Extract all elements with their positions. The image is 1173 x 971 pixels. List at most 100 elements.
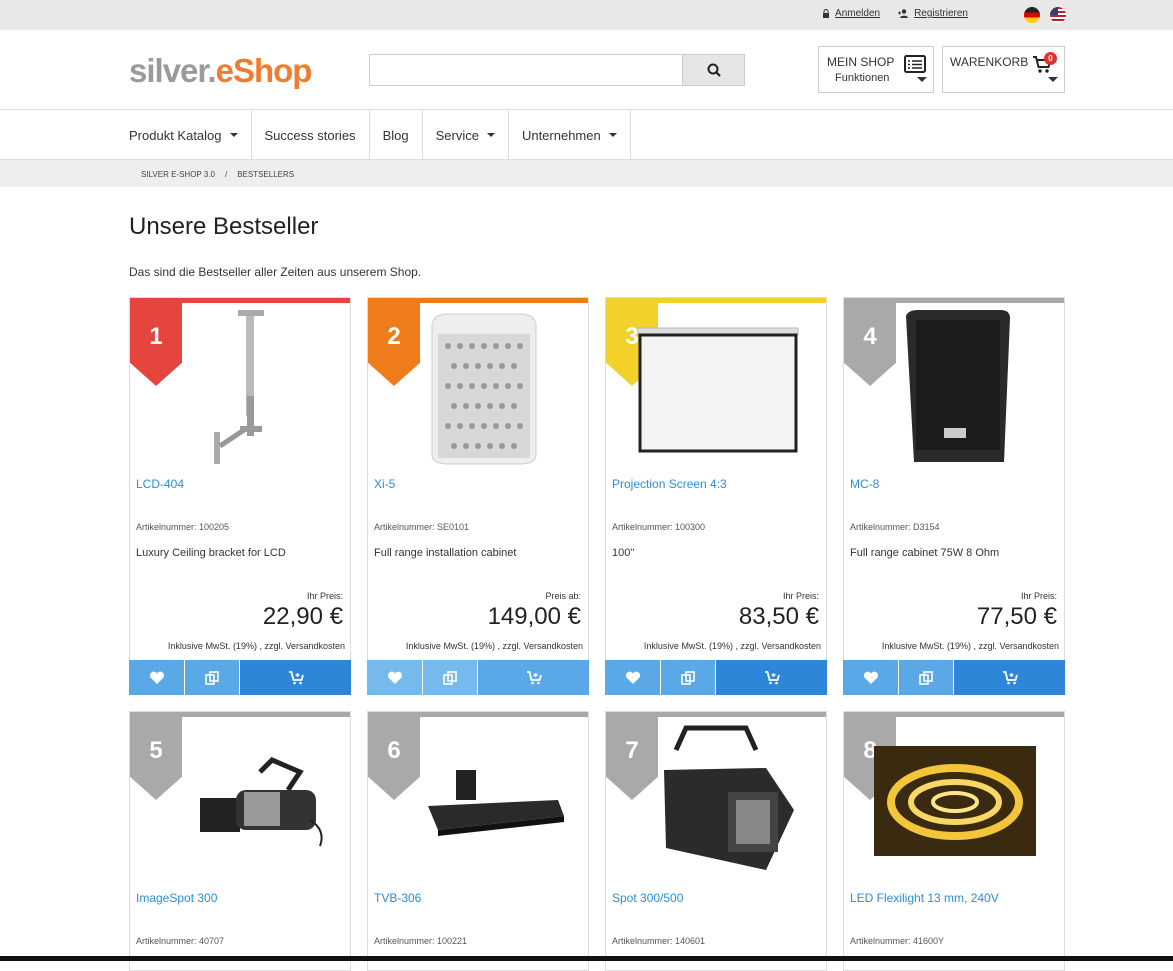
- nav-item-service[interactable]: Service: [423, 110, 509, 160]
- add-to-cart-button[interactable]: [716, 660, 827, 695]
- card-actions: [843, 660, 1065, 695]
- login-link[interactable]: Anmelden: [822, 8, 880, 19]
- caret-down-icon: [608, 133, 617, 137]
- product-image[interactable]: [636, 306, 806, 466]
- german-flag-icon[interactable]: [1024, 7, 1040, 23]
- compare-button[interactable]: [423, 660, 478, 695]
- logo[interactable]: silver.eShop: [129, 52, 312, 90]
- header: silver.eShop MEIN SHOP Funktionen WARENK…: [0, 30, 1173, 110]
- nav-label: Service: [435, 127, 479, 143]
- card-topline: [844, 712, 1064, 717]
- product-card[interactable]: 5 ImageSpot 300 Artikelnummer: 40707: [129, 711, 351, 971]
- price: 149,00 €: [487, 603, 581, 630]
- add-to-cart-icon: [764, 670, 780, 684]
- search-input[interactable]: [369, 54, 682, 86]
- nav-item-blog[interactable]: Blog: [370, 110, 423, 160]
- my-shop-label: MEIN SHOP: [827, 55, 895, 69]
- compare-button[interactable]: [185, 660, 240, 695]
- compare-button[interactable]: [661, 660, 716, 695]
- product-image[interactable]: [398, 720, 568, 880]
- product-name[interactable]: Xi-5: [374, 477, 395, 491]
- product-name[interactable]: TVB-306: [374, 891, 421, 905]
- nav-list: Produkt Katalog Success stories Blog Ser…: [116, 110, 631, 160]
- wishlist-button[interactable]: [129, 660, 185, 695]
- compare-icon: [919, 670, 933, 685]
- lock-icon: [823, 9, 830, 18]
- part-number: Artikelnummer: 140601: [612, 936, 706, 946]
- card-topline: [368, 298, 588, 303]
- caret-down-icon: [486, 133, 495, 137]
- product-image[interactable]: [874, 720, 1044, 880]
- product-name[interactable]: Spot 300/500: [612, 891, 683, 905]
- price-label: Ihr Preis:: [782, 591, 819, 601]
- caret-down-icon: [229, 133, 238, 137]
- window-bottom-edge: [0, 956, 1173, 961]
- part-number: Artikelnummer: 100300: [612, 522, 706, 532]
- wishlist-button[interactable]: [843, 660, 899, 695]
- nav-item-produkt-katalog[interactable]: Produkt Katalog: [116, 110, 252, 160]
- card-topline: [130, 712, 350, 717]
- cart-label: WARENKORB: [950, 55, 1029, 69]
- product-card[interactable]: 4 MC-8 Artikelnummer: D3154 Full range c…: [843, 297, 1065, 695]
- add-to-cart-icon: [526, 670, 542, 684]
- main-nav: Produkt Katalog Success stories Blog Ser…: [0, 110, 1173, 160]
- account-links: Anmelden Registrieren: [822, 8, 968, 19]
- nav-item-unternehmen[interactable]: Unternehmen: [509, 110, 631, 160]
- heart-icon: [387, 671, 402, 684]
- language-switcher: [1024, 7, 1066, 23]
- product-image[interactable]: [160, 306, 330, 466]
- breadcrumb-current[interactable]: BESTSELLERS: [237, 170, 294, 179]
- nav-item-success-stories[interactable]: Success stories: [252, 110, 370, 160]
- product-description: Luxury Ceiling bracket for LCD: [136, 547, 286, 559]
- price: 77,50 €: [976, 603, 1057, 630]
- nav-label: Blog: [382, 127, 409, 143]
- wishlist-button[interactable]: [367, 660, 423, 695]
- us-flag-icon[interactable]: [1050, 7, 1066, 23]
- cart-button[interactable]: WARENKORB 0: [942, 46, 1065, 93]
- register-link[interactable]: Registrieren: [898, 8, 968, 19]
- add-to-cart-icon: [288, 670, 304, 684]
- tax-note: Inklusive MwSt. (19%) , zzgl. Versandkos…: [643, 641, 821, 651]
- search-button[interactable]: [682, 54, 745, 86]
- product-image[interactable]: [160, 720, 330, 880]
- compare-icon: [205, 670, 219, 685]
- product-card[interactable]: 3 Projection Screen 4:3 Artikelnummer: 1…: [605, 297, 827, 695]
- my-shop-button[interactable]: MEIN SHOP Funktionen: [818, 46, 934, 93]
- product-card[interactable]: 6 TVB-306 Artikelnummer: 100221: [367, 711, 589, 971]
- product-card[interactable]: 7 Spot 300/500 Artikelnummer: 140601: [605, 711, 827, 971]
- wishlist-button[interactable]: [605, 660, 661, 695]
- add-to-cart-button[interactable]: [240, 660, 351, 695]
- product-card[interactable]: 1 LCD-404 Artikelnummer: 100205 Luxury C…: [129, 297, 351, 695]
- card-actions: [605, 660, 827, 695]
- breadcrumb-home[interactable]: SILVER E-SHOP 3.0: [141, 170, 215, 179]
- price: 83,50 €: [738, 603, 819, 630]
- card-topline: [606, 298, 826, 303]
- product-card[interactable]: 2 Xi-5 Artikelnummer: SE0101 Full range …: [367, 297, 589, 695]
- add-user-icon: [898, 9, 909, 18]
- product-image[interactable]: [874, 306, 1044, 466]
- product-name[interactable]: ImageSpot 300: [136, 891, 217, 905]
- heart-icon: [863, 671, 878, 684]
- logo-part-silver: silver.: [129, 52, 217, 89]
- part-number: Artikelnummer: 40707: [136, 936, 225, 946]
- product-name[interactable]: LCD-404: [136, 477, 184, 491]
- product-image[interactable]: [636, 720, 806, 880]
- page-title: Unsere Bestseller: [129, 213, 319, 240]
- price: 22,90 €: [262, 603, 343, 630]
- compare-button[interactable]: [899, 660, 954, 695]
- product-image[interactable]: [398, 306, 568, 466]
- nav-label: Unternehmen: [521, 127, 601, 143]
- product-name[interactable]: Projection Screen 4:3: [612, 477, 727, 491]
- price-label: Ihr Preis:: [306, 591, 343, 601]
- product-name[interactable]: LED Flexilight 13 mm, 240V: [850, 891, 999, 905]
- part-number: Artikelnummer: 41600Y: [850, 936, 945, 946]
- product-card[interactable]: 8 LED Flexilight 13 mm, 240V Artikelnumm…: [843, 711, 1065, 971]
- nav-label: Success stories: [264, 127, 356, 143]
- tax-note: Inklusive MwSt. (19%) , zzgl. Versandkos…: [405, 641, 583, 651]
- product-name[interactable]: MC-8: [850, 477, 879, 491]
- product-description: Full range cabinet 75W 8 Ohm: [850, 547, 1000, 559]
- add-to-cart-button[interactable]: [478, 660, 589, 695]
- add-to-cart-icon: [1002, 670, 1018, 684]
- search-icon: [707, 63, 721, 77]
- add-to-cart-button[interactable]: [954, 660, 1065, 695]
